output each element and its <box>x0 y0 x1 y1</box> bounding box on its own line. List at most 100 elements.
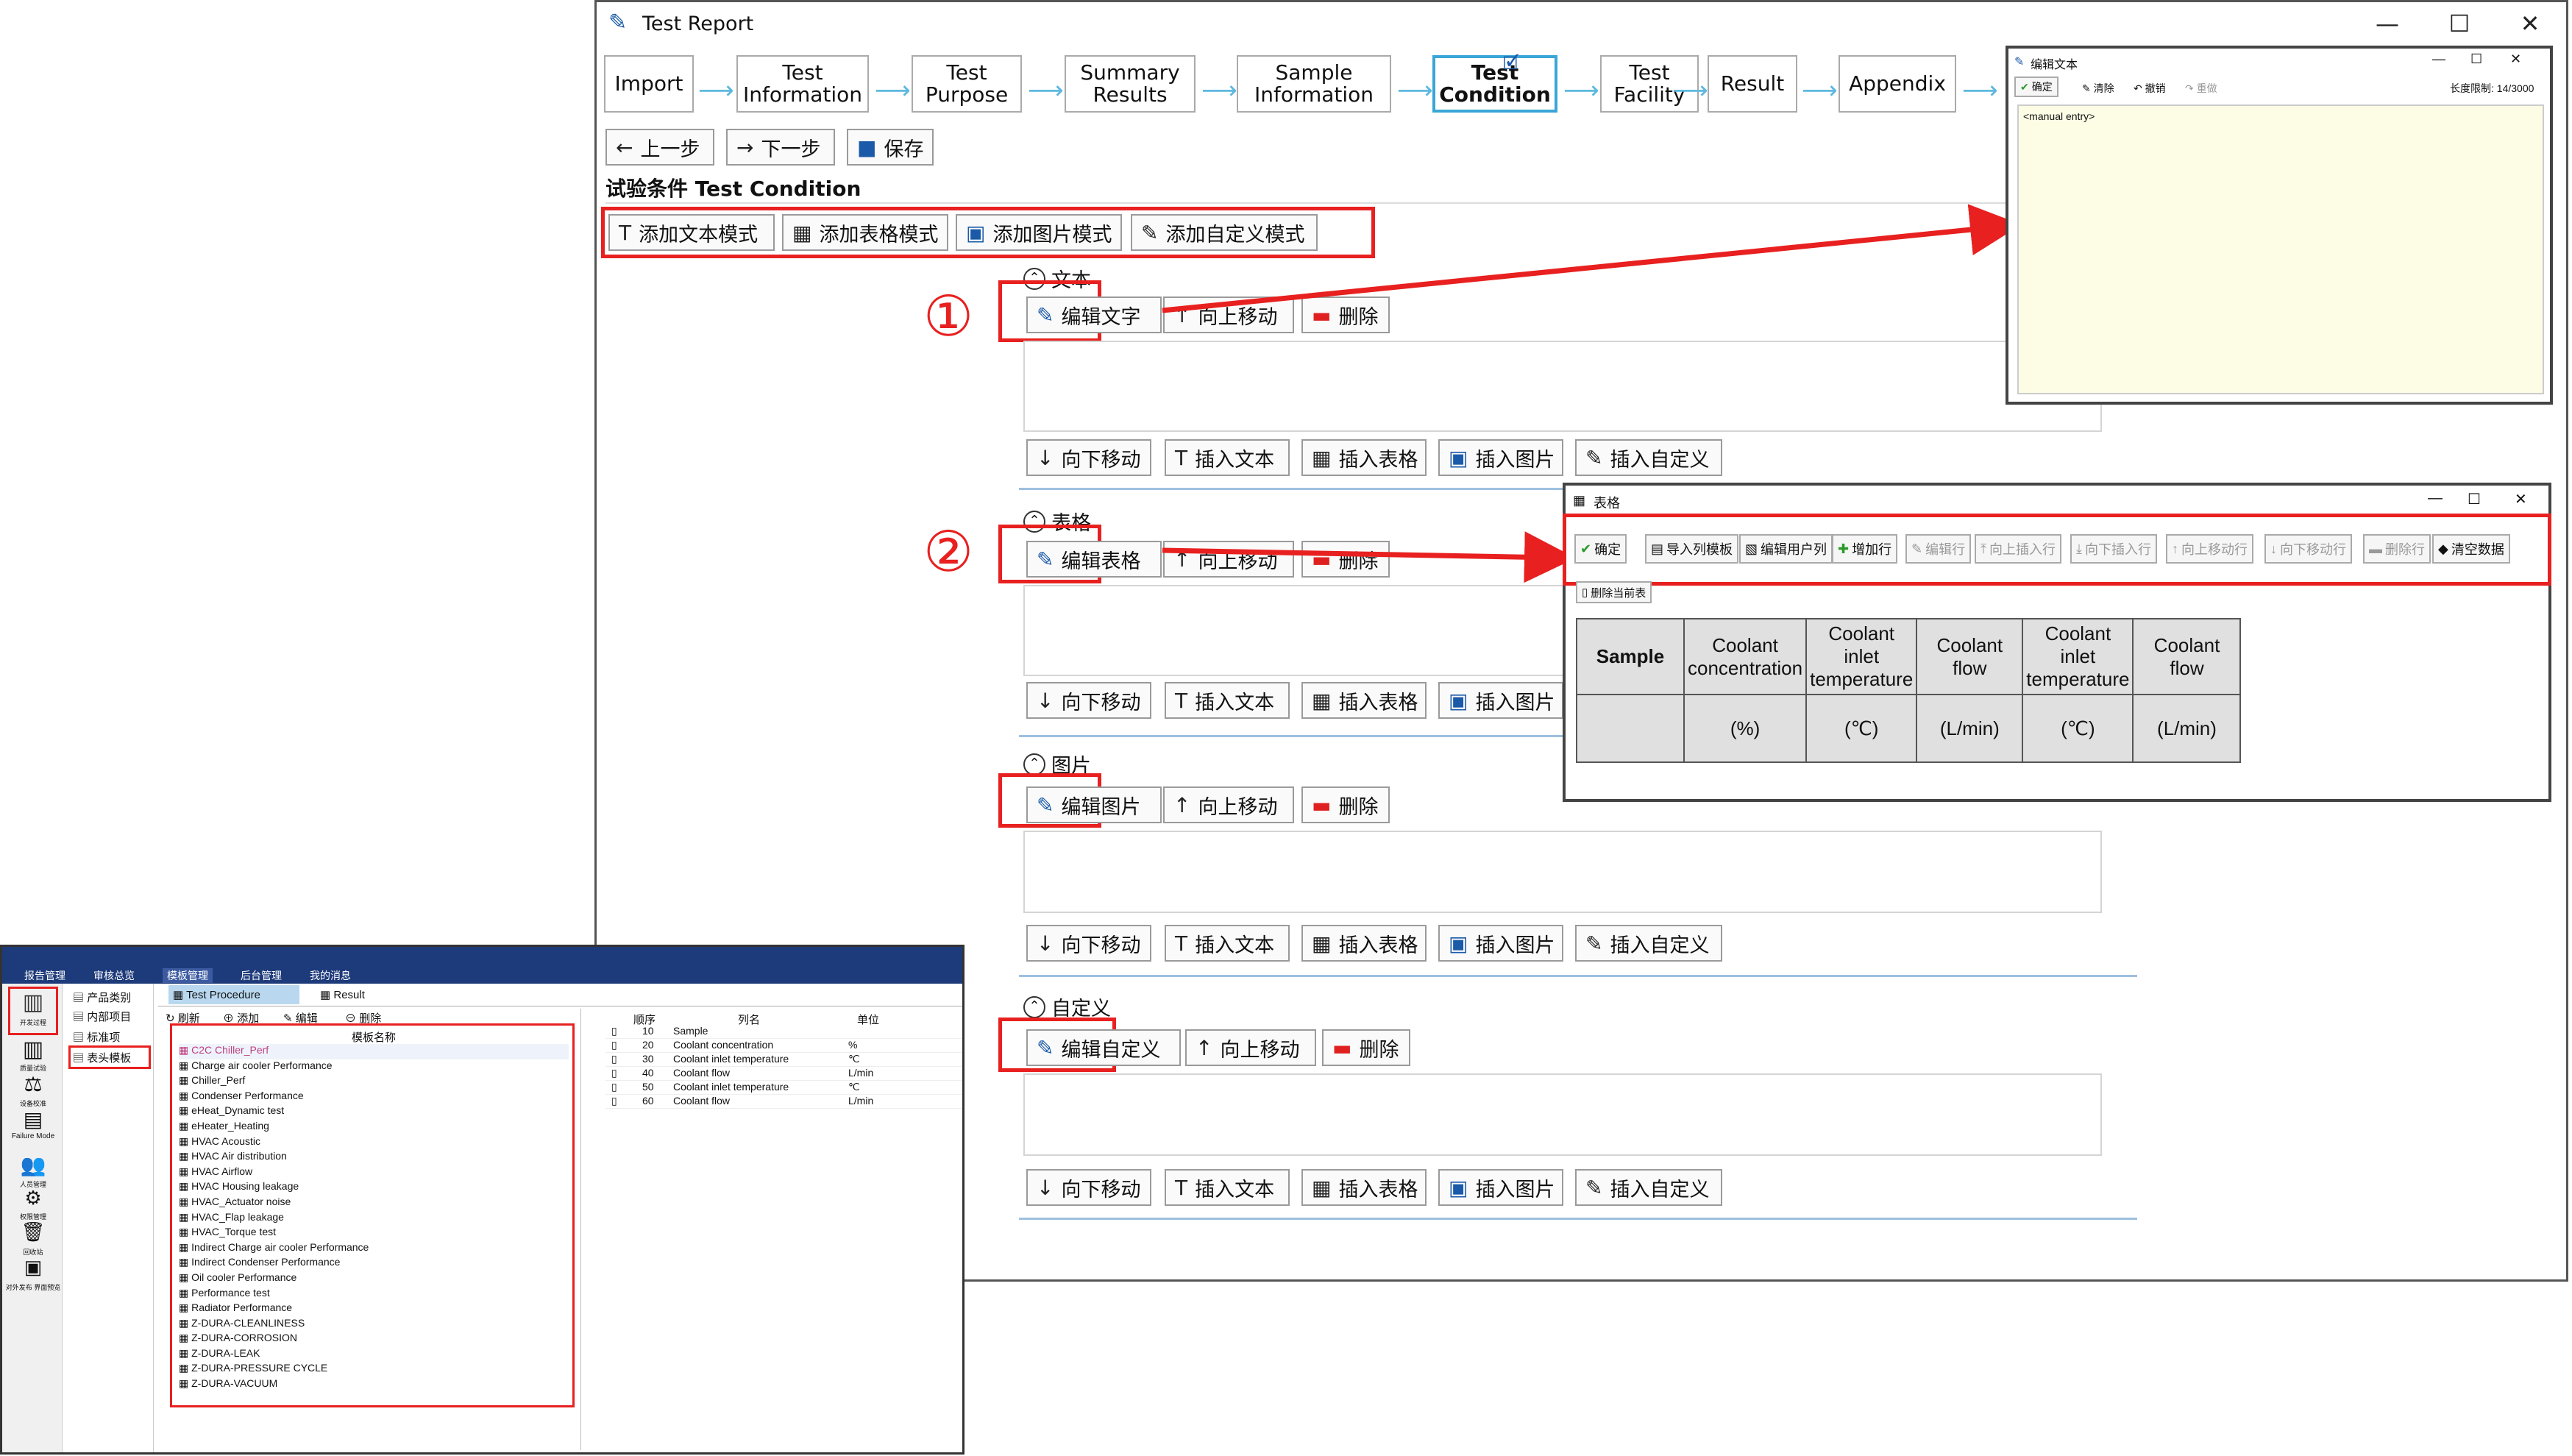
header-cell[interactable]: Coolant flow <box>2132 618 2242 695</box>
table-icon: ▦ <box>179 1150 192 1162</box>
insert-below-icon: ⤓ <box>2076 541 2082 556</box>
list-item[interactable]: ▦ Oil cooler Performance <box>179 1271 569 1287</box>
edit-row-button[interactable]: ✎ 编辑行 <box>1905 534 1972 564</box>
maximize-button[interactable]: ☐ <box>2468 490 2481 508</box>
insert-row-above-button[interactable]: ⤒ 向上插入行 <box>1975 534 2061 564</box>
permission-icon[interactable]: ⚙ <box>13 1187 54 1210</box>
delete-current-table-button[interactable]: ▯ 删除当前表 <box>1576 581 1652 603</box>
unit-cell[interactable] <box>1576 694 1685 763</box>
list-item[interactable]: ▦ Performance test <box>179 1287 569 1302</box>
arrow-to-table-editor <box>1162 531 1576 583</box>
list-item[interactable]: ▦ Indirect Condenser Performance <box>179 1256 569 1271</box>
text-clear-button[interactable]: ✎ 清除 <box>2082 81 2114 96</box>
menu-admin[interactable]: 后台管理 <box>241 968 282 983</box>
delete-row-button[interactable]: ▬ 删除行 <box>2363 534 2431 564</box>
move-row-down-button[interactable]: ↓ 向下移动行 <box>2264 534 2352 564</box>
tab-test-procedure[interactable]: ▦ Test Procedure <box>168 985 299 1004</box>
tab-result[interactable]: ▦ Result <box>320 988 365 1001</box>
menu-review[interactable]: 审核总览 <box>93 968 135 983</box>
list-item[interactable]: ▦ Radiator Performance <box>179 1301 569 1317</box>
move-row-up-button[interactable]: ↑ 向上移动行 <box>2166 534 2253 564</box>
cell-unit: L/min <box>848 1095 874 1107</box>
splitter[interactable] <box>580 1009 581 1450</box>
app-header <box>2 947 962 967</box>
table-row[interactable]: ▯ 20 Coolant concentration% <box>605 1039 962 1053</box>
menu-template[interactable]: 模板管理 <box>163 968 213 983</box>
text-editor-title: 编辑文本 <box>2031 59 2078 71</box>
table-row[interactable]: ▯ 40 Coolant flow L/min <box>605 1067 962 1081</box>
list-item[interactable]: ▦ HVAC Acoustic <box>179 1135 569 1151</box>
list-item[interactable]: ▦ eHeat_Dynamic test <box>179 1104 569 1120</box>
dev-process-icon[interactable]: ▥ <box>13 990 54 1015</box>
text-undo-button[interactable]: ↶ 撤销 <box>2134 81 2166 96</box>
list-item[interactable]: ▦ HVAC Airflow <box>179 1165 569 1181</box>
table-icon: ▦ <box>179 1316 192 1329</box>
list-item[interactable]: ▦ Z-DURA-VACUUM <box>179 1377 569 1393</box>
unit-cell[interactable]: (%) <box>1683 694 1808 763</box>
text-confirm-button[interactable]: ✔ 确定 <box>2014 77 2058 97</box>
menu-report[interactable]: 报告管理 <box>24 968 65 983</box>
list-item[interactable]: ▦ Z-DURA-LEAK <box>179 1347 569 1363</box>
unit-cell[interactable]: (L/min) <box>1916 694 2024 763</box>
sidebar-item-internal-project[interactable]: ▤ 内部项目 <box>73 1009 131 1024</box>
cell-unit: % <box>848 1039 858 1051</box>
quality-test-icon[interactable]: ▥ <box>13 1037 54 1062</box>
table-icon: ▦ <box>1573 493 1586 508</box>
people-icon[interactable]: 👥 <box>13 1153 54 1177</box>
list-item[interactable]: ▦ HVAC Housing leakage <box>179 1180 569 1196</box>
edit-user-columns-button[interactable]: ▧ 编辑用户列 <box>1739 534 1833 564</box>
minimize-button[interactable]: — <box>2432 52 2445 67</box>
list-item[interactable]: ▦ Z-DURA-CLEANLINESS <box>179 1317 569 1332</box>
text-redo-button[interactable]: ↷ 重做 <box>2185 81 2217 96</box>
table-row[interactable]: ▯ 30 Coolant inlet temperature ℃ <box>605 1053 962 1067</box>
list-item[interactable]: ▦ Z-DURA-PRESSURE CYCLE <box>179 1362 569 1377</box>
menu-messages[interactable]: 我的消息 <box>310 968 351 983</box>
minimize-button[interactable]: — <box>2428 490 2443 507</box>
check-icon: ✔ <box>2020 80 2029 93</box>
table-confirm-button[interactable]: ✔ 确定 <box>1574 534 1627 564</box>
list-item[interactable]: ▦ Condenser Performance <box>179 1090 569 1105</box>
table-icon: ▦ <box>179 1362 192 1374</box>
text-editor-area[interactable]: <manual entry> <box>2017 104 2544 394</box>
row-icon: ▯ <box>611 1081 617 1093</box>
close-button[interactable]: ✕ <box>2510 52 2521 67</box>
table-row[interactable]: ▯ 60 Coolant flow L/min <box>605 1095 962 1109</box>
calibration-icon[interactable]: ⚖ <box>13 1072 54 1096</box>
list-item[interactable]: ▦ HVAC_Flap leakage <box>179 1211 569 1226</box>
import-column-template-button[interactable]: ▤ 导入列模板 <box>1645 534 1739 564</box>
maximize-button[interactable]: ☐ <box>2470 52 2482 67</box>
unit-cell[interactable]: (℃) <box>1805 694 1918 763</box>
recycle-bin-icon[interactable]: 🗑 <box>13 1221 54 1243</box>
add-row-button[interactable]: ✚ 增加行 <box>1832 534 1898 564</box>
header-cell[interactable]: Coolant inlet temperature <box>2022 618 2134 695</box>
list-item[interactable]: ▦ Z-DURA-CORROSION <box>179 1332 569 1347</box>
unit-cell[interactable]: (℃) <box>2022 694 2134 763</box>
close-button[interactable]: ✕ <box>2515 490 2527 508</box>
list-item[interactable]: ▦ eHeater_Heating <box>179 1120 569 1135</box>
list-item[interactable]: ▦ Chiller_Perf <box>179 1074 569 1090</box>
failure-mode-icon[interactable]: ▤ <box>13 1107 54 1132</box>
table-icon: ▦ <box>179 1180 192 1193</box>
list-item[interactable]: ▦ Charge air cooler Performance <box>179 1059 569 1075</box>
clear-data-button[interactable]: ◆ 清空数据 <box>2432 534 2510 564</box>
sidebar-item-product-category[interactable]: ▤ 产品类别 <box>73 990 131 1005</box>
table-icon: ▦ <box>179 1377 192 1390</box>
header-cell[interactable]: Coolant concentration <box>1683 618 1808 695</box>
insert-row-below-button[interactable]: ⤓ 向下插入行 <box>2070 534 2157 564</box>
list-item[interactable]: ▦ HVAC_Actuator noise <box>179 1196 569 1211</box>
table-row[interactable]: ▯ 10 Sample <box>605 1025 962 1039</box>
header-cell[interactable]: Sample <box>1576 618 1685 695</box>
redo-icon: ↷ <box>2185 82 2194 94</box>
unit-cell[interactable]: (L/min) <box>2132 694 2242 763</box>
list-item[interactable]: ▦ HVAC_Torque test <box>179 1226 569 1241</box>
sidebar-item-standard[interactable]: ▤ 标准项 <box>73 1029 120 1045</box>
project-icon: ▤ <box>73 1011 85 1023</box>
table-row[interactable]: ▯ 50 Coolant inlet temperature ℃ <box>605 1081 962 1095</box>
preview-icon[interactable]: ▣ <box>13 1256 54 1279</box>
header-cell[interactable]: Coolant flow <box>1916 618 2024 695</box>
header-cell[interactable]: Coolant inlet temperature <box>1805 618 1918 695</box>
list-item[interactable]: ▦ Indirect Charge air cooler Performance <box>179 1241 569 1257</box>
list-item[interactable]: ▦ HVAC Air distribution <box>179 1150 569 1165</box>
list-item[interactable]: ▦ C2C Chiller_Perf <box>179 1044 569 1059</box>
sidebar-item-header-template[interactable]: ▤ 表头模板 <box>73 1050 131 1065</box>
